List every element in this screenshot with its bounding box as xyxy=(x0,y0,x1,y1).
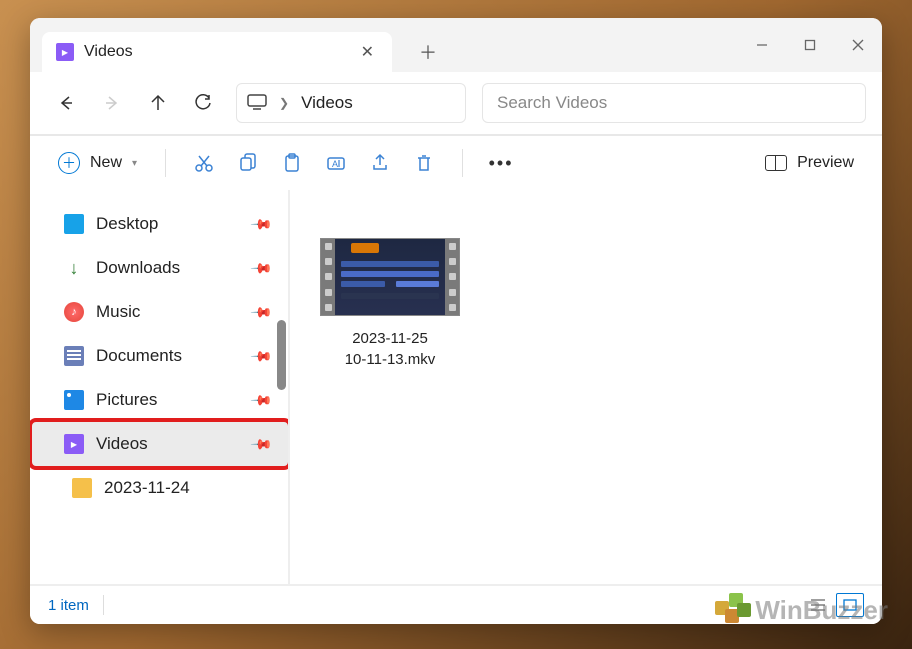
file-item[interactable]: 2023-11-25 10-11-13.mkv xyxy=(320,238,460,370)
chevron-right-icon: ❯ xyxy=(279,96,289,110)
sidebar-item-label: Downloads xyxy=(96,258,180,278)
new-button[interactable]: ＋ New ▾ xyxy=(48,146,147,180)
thumbnails-view-button[interactable] xyxy=(836,593,864,617)
minimize-button[interactable] xyxy=(738,23,786,67)
sidebar-item-label: Documents xyxy=(96,346,182,366)
search-input[interactable] xyxy=(497,93,851,113)
video-thumbnail xyxy=(320,238,460,316)
body: Desktop 📌 ↓ Downloads 📌 ♪ Music 📌 Docume… xyxy=(30,190,882,584)
paste-button[interactable] xyxy=(272,145,312,181)
navigation-sidebar: Desktop 📌 ↓ Downloads 📌 ♪ Music 📌 Docume… xyxy=(30,190,290,584)
music-icon: ♪ xyxy=(64,302,84,322)
sidebar-item-label: 2023-11-24 xyxy=(104,478,190,498)
desktop-icon xyxy=(64,214,84,234)
title-bar: Videos ✕ ＋ xyxy=(30,18,882,72)
breadcrumb-label: Videos xyxy=(301,93,353,113)
item-count: 1 item xyxy=(48,597,89,614)
film-strip-right xyxy=(445,239,459,315)
cut-button[interactable] xyxy=(184,145,224,181)
share-button[interactable] xyxy=(360,145,400,181)
content-area[interactable]: 2023-11-25 10-11-13.mkv xyxy=(290,190,882,584)
separator xyxy=(165,149,166,177)
forward-button[interactable] xyxy=(92,83,132,123)
more-button[interactable]: ••• xyxy=(481,145,521,181)
preview-pane-icon xyxy=(765,155,787,171)
separator xyxy=(103,595,104,615)
refresh-button[interactable] xyxy=(184,83,224,123)
scrollbar-thumb[interactable] xyxy=(277,320,286,390)
sidebar-item-label: Videos xyxy=(96,434,148,454)
pin-icon: 📌 xyxy=(249,388,273,412)
sidebar-item-music[interactable]: ♪ Music 📌 xyxy=(30,290,288,334)
svg-text:A: A xyxy=(332,159,338,169)
thumbnail-preview xyxy=(335,239,445,315)
separator xyxy=(462,149,463,177)
sidebar-item-videos[interactable]: Videos 📌 xyxy=(30,422,288,466)
sidebar-item-pictures[interactable]: Pictures 📌 xyxy=(30,378,288,422)
pin-icon: 📌 xyxy=(249,300,273,324)
status-bar: 1 item xyxy=(30,584,882,624)
pin-icon: 📌 xyxy=(249,256,273,280)
sidebar-item-label: Music xyxy=(96,302,140,322)
window-controls xyxy=(738,23,882,67)
close-tab-button[interactable]: ✕ xyxy=(357,42,378,62)
breadcrumb[interactable]: ❯ Videos xyxy=(236,83,466,123)
tab-videos[interactable]: Videos ✕ xyxy=(42,32,392,72)
pictures-icon xyxy=(64,390,84,410)
back-button[interactable] xyxy=(46,83,86,123)
new-label: New xyxy=(90,154,122,172)
plus-circle-icon: ＋ xyxy=(58,152,80,174)
sidebar-item-desktop[interactable]: Desktop 📌 xyxy=(30,202,288,246)
up-button[interactable] xyxy=(138,83,178,123)
new-tab-button[interactable]: ＋ xyxy=(408,32,448,72)
pin-icon: 📌 xyxy=(249,432,273,456)
toolbar: ＋ New ▾ A ••• Preview xyxy=(30,134,882,190)
sidebar-item-downloads[interactable]: ↓ Downloads 📌 xyxy=(30,246,288,290)
search-box[interactable] xyxy=(482,83,866,123)
preview-button[interactable]: Preview xyxy=(755,148,864,178)
maximize-button[interactable] xyxy=(786,23,834,67)
delete-button[interactable] xyxy=(404,145,444,181)
navigation-bar: ❯ Videos xyxy=(30,72,882,134)
sidebar-item-documents[interactable]: Documents 📌 xyxy=(30,334,288,378)
videos-icon xyxy=(64,434,84,454)
pin-icon: 📌 xyxy=(249,212,273,236)
file-name: 2023-11-25 10-11-13.mkv xyxy=(320,328,460,370)
film-strip-left xyxy=(321,239,335,315)
tab-title: Videos xyxy=(84,43,133,61)
videos-folder-icon xyxy=(56,43,74,61)
pin-icon: 📌 xyxy=(249,344,273,368)
sidebar-item-label: Pictures xyxy=(96,390,157,410)
sidebar-item-label: Desktop xyxy=(96,214,158,234)
preview-label: Preview xyxy=(797,154,854,172)
chevron-down-icon: ▾ xyxy=(132,158,137,169)
explorer-window: Videos ✕ ＋ xyxy=(30,18,882,624)
monitor-icon xyxy=(247,94,267,113)
rename-button[interactable]: A xyxy=(316,145,356,181)
copy-button[interactable] xyxy=(228,145,268,181)
folder-icon xyxy=(72,478,92,498)
close-window-button[interactable] xyxy=(834,23,882,67)
details-view-button[interactable] xyxy=(804,593,832,617)
documents-icon xyxy=(64,346,84,366)
sidebar-item-folder[interactable]: 2023-11-24 xyxy=(30,466,288,510)
view-mode-buttons xyxy=(804,593,864,617)
downloads-icon: ↓ xyxy=(64,258,84,278)
